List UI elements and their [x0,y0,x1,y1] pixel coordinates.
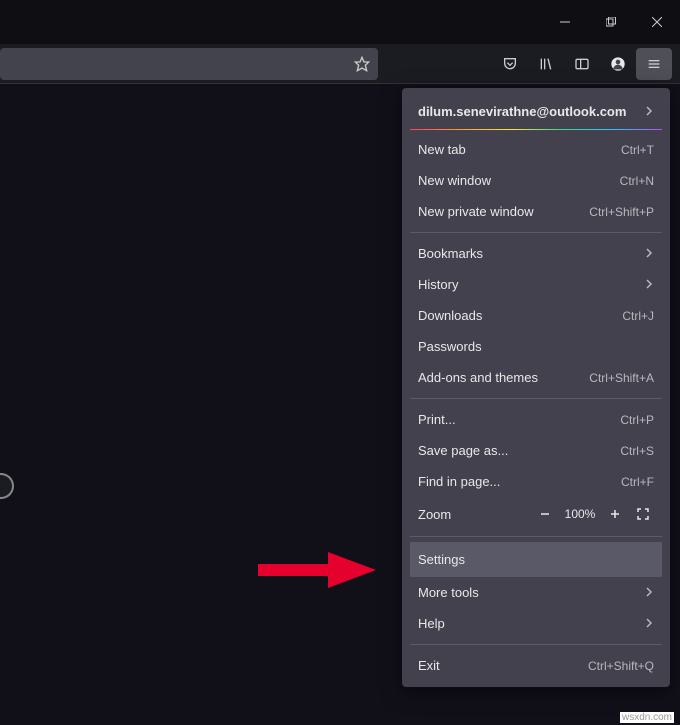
pocket-icon[interactable] [492,48,528,80]
menu-label: New window [418,173,491,188]
downloads-menu-item[interactable]: Downloads Ctrl+J [402,300,670,331]
url-bar[interactable] [0,48,378,80]
rainbow-divider [410,129,662,130]
chevron-right-icon [644,277,654,292]
maximize-button[interactable] [588,0,634,44]
zoom-label: Zoom [418,507,451,522]
exit-menu-item[interactable]: Exit Ctrl+Shift+Q [402,650,670,681]
menu-divider [410,644,662,645]
menu-shortcut: Ctrl+J [622,309,654,323]
menu-divider [410,536,662,537]
menu-label: History [418,277,458,292]
new-tab-menu-item[interactable]: New tab Ctrl+T [402,134,670,165]
menu-label: Save page as... [418,443,508,458]
menu-shortcut: Ctrl+T [621,143,654,157]
menu-shortcut: Ctrl+Shift+A [589,371,654,385]
menu-label: Find in page... [418,474,500,489]
addons-menu-item[interactable]: Add-ons and themes Ctrl+Shift+A [402,362,670,393]
menu-shortcut: Ctrl+Shift+P [589,205,654,219]
window-titlebar [0,0,680,44]
menu-divider [410,398,662,399]
bookmarks-menu-item[interactable]: Bookmarks [402,238,670,269]
print-menu-item[interactable]: Print... Ctrl+P [402,404,670,435]
settings-menu-item[interactable]: Settings [410,542,662,577]
find-in-page-menu-item[interactable]: Find in page... Ctrl+F [402,466,670,497]
account-email: dilum.senevirathne@outlook.com [418,104,626,119]
menu-label: More tools [418,585,479,600]
menu-shortcut: Ctrl+S [620,444,654,458]
menu-shortcut: Ctrl+P [620,413,654,427]
library-icon[interactable] [528,48,564,80]
chevron-right-icon [644,246,654,261]
menu-label: Add-ons and themes [418,370,538,385]
zoom-out-button[interactable] [534,503,556,525]
help-menu-item[interactable]: Help [402,608,670,639]
new-window-menu-item[interactable]: New window Ctrl+N [402,165,670,196]
menu-label: Passwords [418,339,482,354]
menu-shortcut: Ctrl+N [620,174,654,188]
menu-label: Print... [418,412,456,427]
menu-label: Settings [418,552,465,567]
account-menu-item[interactable]: dilum.senevirathne@outlook.com [402,94,670,129]
history-menu-item[interactable]: History [402,269,670,300]
passwords-menu-item[interactable]: Passwords [402,331,670,362]
menu-label: Exit [418,658,440,673]
menu-divider [410,232,662,233]
menu-shortcut: Ctrl+F [621,475,654,489]
menu-label: Downloads [418,308,482,323]
zoom-level: 100% [562,507,598,521]
chevron-right-icon [644,585,654,600]
application-menu: dilum.senevirathne@outlook.com New tab C… [402,88,670,687]
browser-toolbar [0,44,680,84]
zoom-menu-row: Zoom 100% [402,497,670,531]
more-tools-menu-item[interactable]: More tools [402,577,670,608]
menu-label: Help [418,616,445,631]
fullscreen-button[interactable] [632,503,654,525]
new-private-window-menu-item[interactable]: New private window Ctrl+Shift+P [402,196,670,227]
chevron-right-icon [644,616,654,631]
bookmark-star-icon[interactable] [354,56,370,72]
sidebar-icon[interactable] [564,48,600,80]
minimize-button[interactable] [542,0,588,44]
menu-label: Bookmarks [418,246,483,261]
menu-shortcut: Ctrl+Shift+Q [588,659,654,673]
menu-label: New tab [418,142,466,157]
close-button[interactable] [634,0,680,44]
menu-label: New private window [418,204,534,219]
chevron-right-icon [644,104,654,119]
zoom-in-button[interactable] [604,503,626,525]
watermark: wsxdn.com [620,712,674,723]
hamburger-menu-button[interactable] [636,48,672,80]
save-page-as-menu-item[interactable]: Save page as... Ctrl+S [402,435,670,466]
account-icon[interactable] [600,48,636,80]
